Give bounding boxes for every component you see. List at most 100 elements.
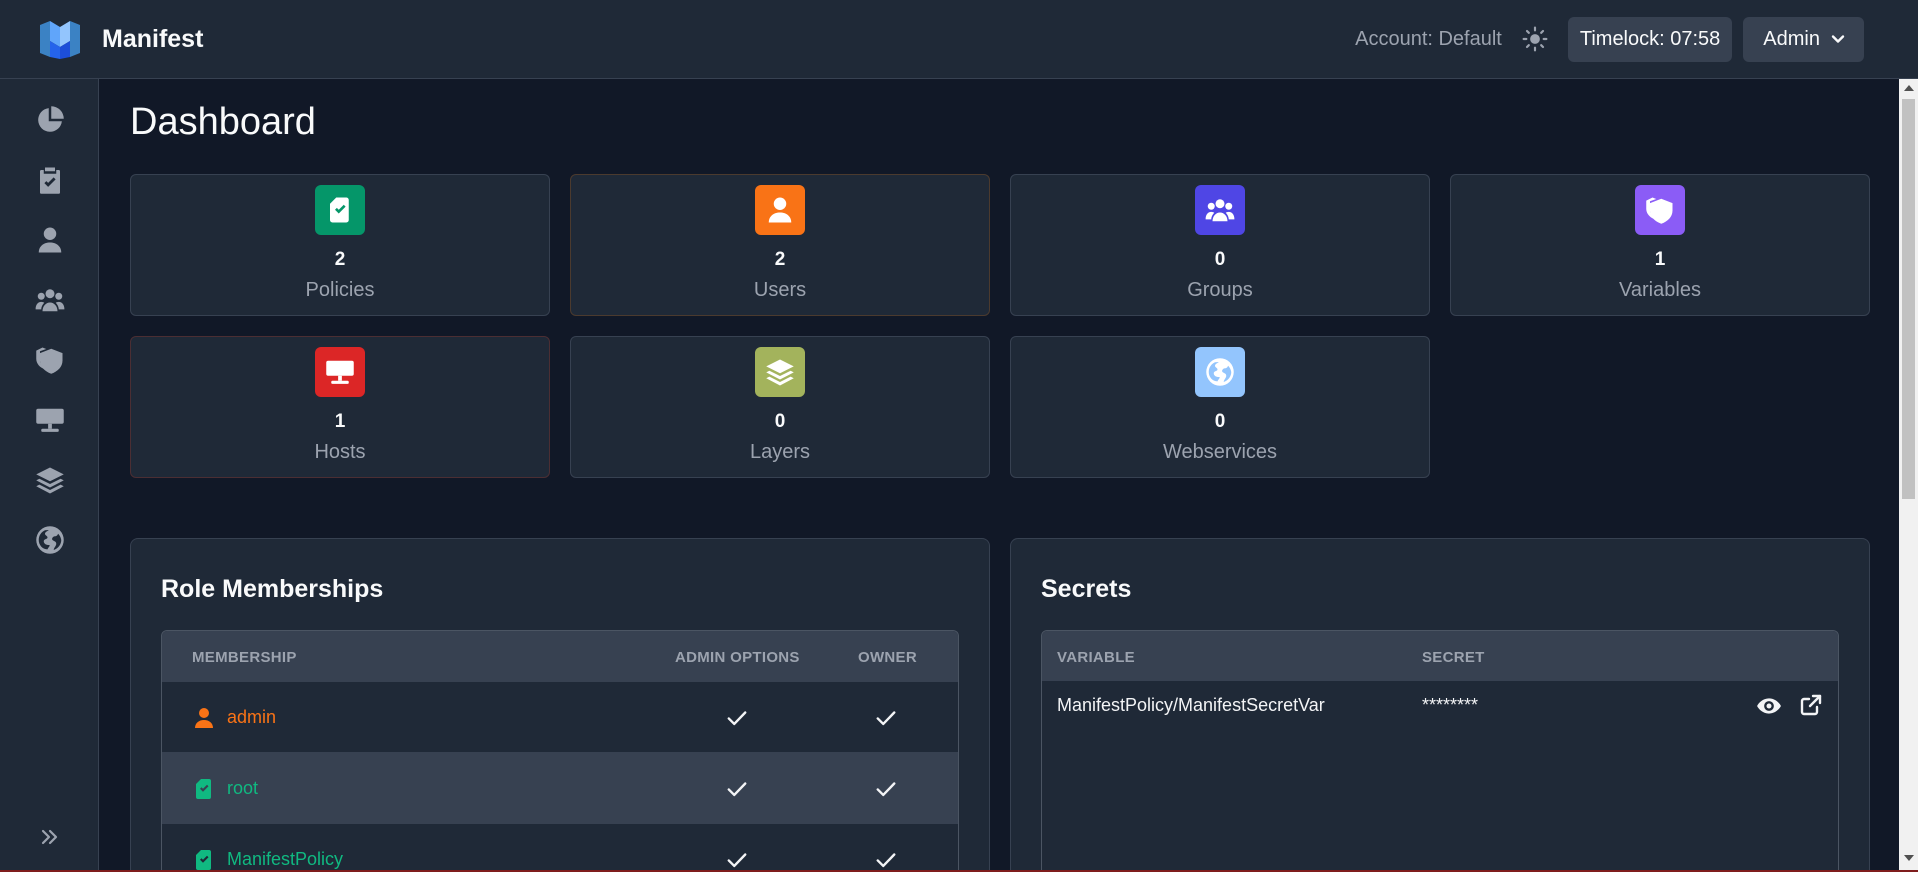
stat-count: 2 — [334, 249, 346, 270]
stat-label: Variables — [1619, 279, 1701, 301]
column-header-secret: SECRET — [1422, 649, 1485, 666]
stat-icon-box — [1635, 185, 1685, 235]
check-icon — [727, 782, 747, 797]
clipboard-check-icon — [40, 167, 60, 194]
stat-count: 0 — [774, 411, 786, 432]
header-actions: Account: Default Timelock: 07:58 Admin — [1355, 16, 1864, 62]
layer-icon — [766, 359, 794, 386]
external-link-icon[interactable] — [1799, 693, 1823, 717]
variable-icon — [1646, 197, 1673, 224]
stat-label: Webservices — [1162, 441, 1278, 463]
column-header-admin-options: ADMIN OPTIONS — [675, 649, 800, 666]
membership-link[interactable]: root — [227, 778, 258, 799]
sidebar-item-variables[interactable] — [33, 343, 67, 377]
stat-count: 1 — [334, 411, 346, 432]
user-menu-label: Admin — [1763, 27, 1820, 50]
stat-label: Hosts — [314, 441, 366, 463]
table-header: VARIABLE SECRET — [1042, 631, 1838, 681]
sidebar — [0, 79, 99, 872]
column-header-owner: OWNER — [858, 649, 917, 666]
panel-title: Role Memberships — [161, 575, 384, 603]
table-row: ManifestPolicy/ManifestSecretVar *******… — [1042, 681, 1838, 741]
globe-icon — [36, 526, 64, 554]
expand-sidebar-icon[interactable] — [38, 825, 62, 849]
stat-icon-box — [1195, 347, 1245, 397]
stat-icon-box — [1195, 185, 1245, 235]
layers-icon — [36, 467, 64, 494]
globe-icon — [1206, 358, 1234, 386]
stat-card-layers[interactable]: 0 Layers — [570, 336, 990, 478]
brand[interactable]: Manifest — [38, 17, 203, 61]
role-memberships-panel: Role Memberships MEMBERSHIP ADMIN OPTION… — [130, 538, 990, 872]
stat-count: 1 — [1654, 249, 1666, 270]
stat-icon-box — [315, 185, 365, 235]
host-icon — [326, 360, 354, 384]
panel-title: Secrets — [1041, 575, 1132, 603]
stat-card-users[interactable]: 2 Users — [570, 174, 990, 316]
stat-count: 2 — [774, 249, 786, 270]
policy-icon — [196, 779, 211, 799]
table-row[interactable]: ManifestPolicy — [162, 823, 958, 872]
app-name: Manifest — [102, 24, 204, 53]
check-icon — [876, 711, 896, 726]
stat-count: 0 — [1214, 249, 1226, 270]
shield-icon — [36, 347, 63, 374]
policy-icon — [330, 197, 349, 223]
stat-card-groups[interactable]: 0 Groups — [1010, 174, 1430, 316]
scroll-up-arrow-icon[interactable] — [1904, 85, 1914, 91]
stat-card-variables[interactable]: 1 Variables — [1450, 174, 1870, 316]
table-row[interactable]: admin — [162, 681, 958, 752]
sidebar-item-users[interactable] — [33, 223, 67, 257]
stat-card-hosts[interactable]: 1 Hosts — [130, 336, 550, 478]
group-icon — [1205, 199, 1235, 222]
sidebar-item-hosts[interactable] — [33, 403, 67, 437]
membership-link[interactable]: ManifestPolicy — [227, 849, 343, 870]
column-header-variable: VARIABLE — [1057, 649, 1135, 666]
timelock-label: Timelock: 07:58 — [1579, 27, 1721, 50]
scroll-down-arrow-icon[interactable] — [1904, 855, 1914, 861]
timelock-button[interactable]: Timelock: 07:58 — [1567, 16, 1733, 62]
scroll-thumb[interactable] — [1902, 99, 1915, 499]
stat-icon-box — [315, 347, 365, 397]
sidebar-item-layers[interactable] — [33, 463, 67, 497]
users-group-icon — [35, 289, 65, 312]
chevron-down-icon — [1831, 35, 1845, 43]
sidebar-item-groups[interactable] — [33, 283, 67, 317]
pie-chart-icon — [38, 106, 64, 132]
top-bar: Manifest Account: Default Timelock: 07:5… — [0, 0, 1918, 79]
column-header-membership: MEMBERSHIP — [192, 649, 297, 666]
policy-icon — [196, 850, 211, 870]
secret-variable-name: ManifestPolicy/ManifestSecretVar — [1057, 695, 1325, 715]
secrets-panel: Secrets VARIABLE SECRET ManifestPolicy/M… — [1010, 538, 1870, 872]
check-icon — [727, 853, 747, 868]
desktop-icon — [36, 408, 64, 432]
role-memberships-table: MEMBERSHIP ADMIN OPTIONS OWNER admin roo… — [161, 630, 959, 872]
sidebar-item-policies[interactable] — [33, 163, 67, 197]
account-label[interactable]: Account: Default — [1355, 28, 1502, 51]
manifest-logo-icon — [40, 21, 80, 59]
stat-icon-box — [755, 347, 805, 397]
table-row[interactable]: root — [162, 752, 958, 823]
check-icon — [876, 782, 896, 797]
stat-icon-box — [755, 185, 805, 235]
stat-label: Layers — [749, 441, 811, 463]
page-scrollbar[interactable] — [1899, 79, 1918, 872]
user-icon — [768, 197, 792, 223]
user-menu-button[interactable]: Admin — [1743, 16, 1864, 62]
table-header: MEMBERSHIP ADMIN OPTIONS OWNER — [162, 631, 958, 681]
membership-link[interactable]: admin — [227, 707, 276, 728]
sidebar-item-webservices[interactable] — [33, 523, 67, 557]
user-icon — [195, 708, 213, 728]
user-icon — [38, 227, 62, 253]
check-icon — [876, 853, 896, 868]
secrets-table: VARIABLE SECRET ManifestPolicy/ManifestS… — [1041, 630, 1839, 872]
stat-card-webservices[interactable]: 0 Webservices — [1010, 336, 1430, 478]
stat-count: 0 — [1214, 411, 1226, 432]
sun-icon[interactable] — [1522, 26, 1548, 52]
check-icon — [727, 711, 747, 726]
secret-value-masked: ******** — [1422, 695, 1479, 715]
eye-icon[interactable] — [1756, 693, 1782, 719]
stat-label: Users — [753, 279, 807, 301]
sidebar-item-dashboard[interactable] — [33, 103, 67, 137]
stat-card-policies[interactable]: 2 Policies — [130, 174, 550, 316]
